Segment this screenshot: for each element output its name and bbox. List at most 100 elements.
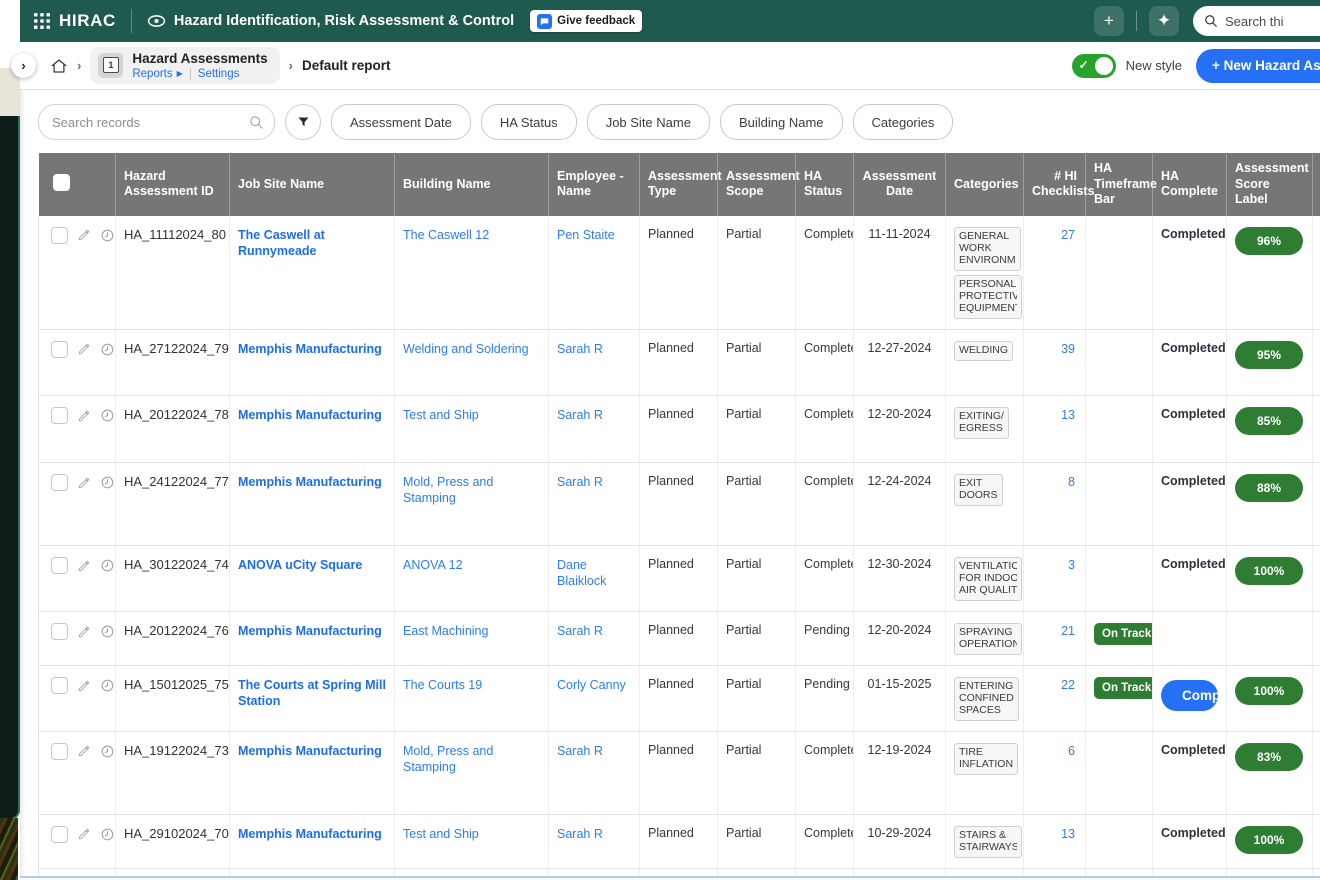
employee-link[interactable]: Sarah R — [557, 827, 603, 841]
building-link[interactable]: The Caswell 12 — [403, 228, 489, 242]
filter-funnel-button[interactable] — [285, 104, 321, 140]
hi-checklists-link[interactable]: 8 — [1068, 475, 1075, 489]
building-link[interactable]: Mold, Press and Stamping — [403, 475, 493, 505]
col-categories[interactable]: Categories — [946, 153, 1024, 216]
hi-checklists-link[interactable]: 6 — [1068, 744, 1075, 758]
employee-link[interactable]: Sarah R — [557, 342, 603, 356]
clock-icon[interactable] — [100, 558, 115, 573]
app-grid-icon[interactable] — [34, 13, 50, 29]
col-ha-complete[interactable]: HA Complete — [1153, 153, 1227, 216]
col-assessment-score-label[interactable]: Assessment Score Label — [1227, 153, 1313, 216]
col-assessment-scope[interactable]: Assessment Scope — [718, 153, 796, 216]
building-link[interactable]: East Machining — [403, 624, 488, 638]
employee-link[interactable]: Sarah R — [557, 475, 603, 489]
job-site-link[interactable]: The Courts at Spring Mill Station — [238, 678, 386, 708]
job-site-link[interactable]: ANOVA uCity Square — [238, 558, 362, 572]
clock-icon[interactable] — [100, 228, 115, 243]
clock-icon[interactable] — [100, 678, 115, 693]
edit-pencil-icon[interactable] — [77, 625, 91, 639]
job-site-link[interactable]: Memphis Manufacturing — [238, 827, 382, 841]
col-building-name[interactable]: Building Name — [395, 153, 549, 216]
hi-checklists-link[interactable]: 21 — [1061, 624, 1075, 638]
hi-checklists-link[interactable]: 13 — [1061, 408, 1075, 422]
clock-icon[interactable] — [100, 408, 115, 423]
edit-pencil-icon[interactable] — [77, 409, 91, 423]
app-logo[interactable]: HIRAC — [59, 11, 116, 31]
select-all-checkbox[interactable] — [53, 174, 70, 191]
row-checkbox[interactable] — [51, 341, 68, 358]
building-link[interactable]: Test and Ship — [403, 827, 479, 841]
job-site-link[interactable]: The Caswell at Runnymeade — [238, 228, 325, 258]
building-link[interactable]: Test and Ship — [403, 408, 479, 422]
edit-pencil-icon[interactable] — [77, 744, 91, 758]
new-hazard-assessment-button[interactable]: + New Hazard As — [1196, 49, 1320, 83]
hi-checklists-link[interactable]: 3 — [1068, 558, 1075, 572]
building-link[interactable]: ANOVA 12 — [403, 558, 463, 572]
give-feedback-button[interactable]: Give feedback — [530, 10, 642, 32]
hi-checklists-link[interactable]: 39 — [1061, 342, 1075, 356]
col-assessment-date[interactable]: Assessment Date — [854, 153, 946, 216]
filter-pill-categories[interactable]: Categories — [853, 104, 954, 140]
row-checkbox[interactable] — [51, 557, 68, 574]
reports-link[interactable]: Reports — [132, 68, 172, 80]
job-site-link[interactable]: Memphis Manufacturing — [238, 342, 382, 356]
col-clipped[interactable]: W — [1313, 153, 1320, 216]
job-site-link[interactable]: Memphis Manufacturing — [238, 624, 382, 638]
home-icon[interactable] — [50, 57, 68, 75]
col-assessment-type[interactable]: Assessment Type — [640, 153, 718, 216]
clock-icon[interactable] — [100, 744, 115, 759]
settings-link[interactable]: Settings — [198, 68, 240, 80]
row-checkbox[interactable] — [51, 743, 68, 760]
building-link[interactable]: The Courts 19 — [403, 678, 482, 692]
employee-link[interactable]: Sarah R — [557, 744, 603, 758]
row-checkbox[interactable] — [51, 407, 68, 424]
employee-link[interactable]: Sarah R — [557, 408, 603, 422]
col-ha-timeframe-bar[interactable]: HA Timeframe Bar — [1086, 153, 1153, 216]
row-checkbox[interactable] — [51, 623, 68, 640]
employee-link[interactable]: Dane Blaiklock — [557, 558, 606, 588]
col-ha-status[interactable]: HA Status — [796, 153, 854, 216]
hi-checklists-link[interactable]: 27 — [1061, 228, 1075, 242]
employee-link[interactable]: Pen Staite — [557, 228, 615, 242]
clock-icon[interactable] — [100, 624, 115, 639]
employee-link[interactable]: Corly Canny — [557, 678, 626, 692]
search-records-input[interactable]: Search records — [38, 104, 275, 140]
hi-checklists-link[interactable]: 22 — [1061, 678, 1075, 692]
building-link[interactable]: Mold, Press and Stamping — [403, 744, 493, 774]
col-job-site-name[interactable]: Job Site Name — [230, 153, 395, 216]
report-name[interactable]: Default report — [302, 58, 391, 73]
employee-link[interactable]: Sarah R — [557, 624, 603, 638]
clock-icon[interactable] — [100, 475, 115, 490]
building-link[interactable]: Welding and Soldering — [403, 342, 529, 356]
col-hi-checklists[interactable]: # HI Checklists — [1024, 153, 1086, 216]
col-employee-name[interactable]: Employee - Name — [549, 153, 640, 216]
row-checkbox[interactable] — [51, 227, 68, 244]
job-site-link[interactable]: Memphis Manufacturing — [238, 744, 382, 758]
filter-pill-assessment-date[interactable]: Assessment Date — [331, 104, 471, 140]
edit-pencil-icon[interactable] — [77, 679, 91, 693]
expand-panel-button[interactable]: › — [11, 53, 36, 78]
job-site-link[interactable]: Memphis Manufacturing — [238, 475, 382, 489]
filter-pill-ha-status[interactable]: HA Status — [481, 104, 577, 140]
table-row: HA_30122024_74ANOVA uCity SquareANOVA 12… — [39, 546, 1320, 612]
global-search-input[interactable]: Search thi — [1193, 6, 1320, 36]
edit-pencil-icon[interactable] — [77, 476, 91, 490]
clock-icon[interactable] — [100, 827, 115, 842]
sparkle-ai-icon[interactable]: ✦ — [1149, 6, 1179, 36]
col-hazard-assessment-id[interactable]: Hazard Assessment ID — [116, 153, 230, 216]
filter-pill-building-name[interactable]: Building Name — [720, 104, 843, 140]
clock-icon[interactable] — [100, 342, 115, 357]
complete-button[interactable]: Complet — [1161, 680, 1218, 711]
edit-pencil-icon[interactable] — [77, 827, 91, 841]
add-button[interactable]: + — [1094, 6, 1124, 36]
edit-pencil-icon[interactable] — [77, 559, 91, 573]
hi-checklists-link[interactable]: 13 — [1061, 827, 1075, 841]
row-checkbox[interactable] — [51, 677, 68, 694]
row-checkbox[interactable] — [51, 826, 68, 843]
row-checkbox[interactable] — [51, 474, 68, 491]
edit-pencil-icon[interactable] — [77, 228, 91, 242]
job-site-link[interactable]: Memphis Manufacturing — [238, 408, 382, 422]
new-style-toggle[interactable]: ✓ — [1072, 54, 1116, 78]
edit-pencil-icon[interactable] — [77, 342, 91, 356]
filter-pill-job-site-name[interactable]: Job Site Name — [587, 104, 710, 140]
